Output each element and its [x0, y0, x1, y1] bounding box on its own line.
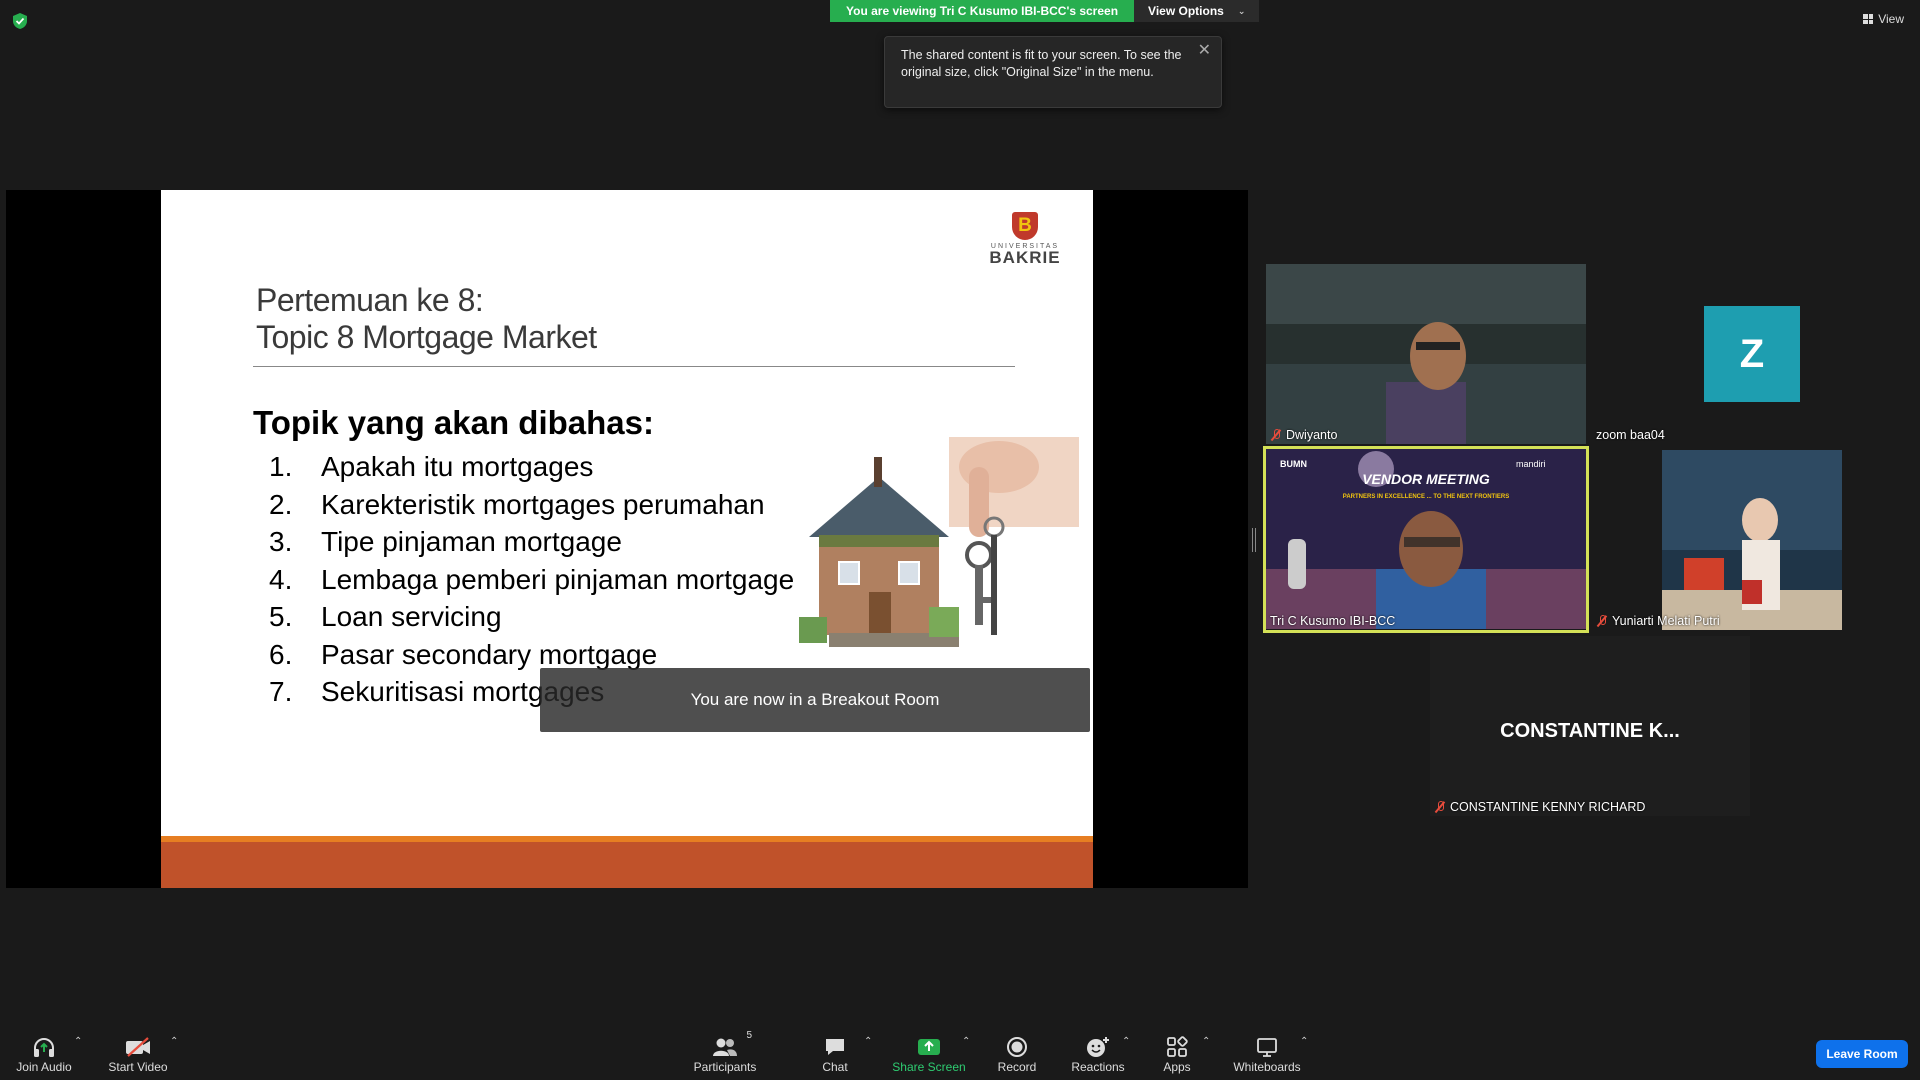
video-tile-tri-c-kusumo[interactable]: VENDOR MEETING PARTNERS IN EXCELLENCE ..…: [1263, 446, 1589, 633]
viewing-screen-label: You are viewing Tri C Kusumo IBI-BCC's s…: [830, 0, 1135, 22]
bumn-logo-text: BUMN: [1280, 459, 1307, 469]
audio-options-caret-icon[interactable]: ⌃: [74, 1036, 82, 1047]
list-item: 2. Karekteristik mortgages perumahan: [269, 488, 765, 520]
share-options-caret-icon[interactable]: ⌃: [962, 1036, 970, 1047]
university-logo: B UNIVERSITAS BAKRIE: [987, 212, 1063, 266]
participant-name-label: Tri C Kusumo IBI-BCC: [1270, 614, 1396, 628]
reactions-label: Reactions: [1071, 1060, 1125, 1074]
topics-heading: Topik yang akan dibahas:: [253, 404, 654, 441]
start-video-label: Start Video: [108, 1060, 168, 1074]
chat-options-caret-icon[interactable]: ⌃: [864, 1036, 872, 1047]
video-off-icon: [126, 1037, 150, 1057]
video-options-caret-icon[interactable]: ⌃: [170, 1036, 178, 1047]
house-keys-image: [799, 437, 1079, 647]
fit-to-screen-tooltip: The shared content is fit to your screen…: [884, 36, 1222, 108]
start-video-button[interactable]: Start Video: [106, 1034, 170, 1074]
logo-badge: B: [1012, 212, 1038, 240]
participant-video: [1266, 264, 1586, 444]
chat-bubble-icon: [826, 1039, 844, 1055]
logo-line-2: BAKRIE: [989, 248, 1061, 267]
participant-name-label: CONSTANTINE KENNY RICHARD: [1434, 800, 1645, 814]
participants-icon: [713, 1038, 737, 1056]
presentation-slide: B UNIVERSITAS BAKRIE Pertemuan ke 8: Top…: [161, 190, 1093, 888]
slide-title-line-1: Pertemuan ke 8:: [256, 282, 484, 318]
mic-muted-icon: [1596, 615, 1608, 627]
avatar: Z: [1704, 306, 1800, 402]
whiteboard-icon: [1257, 1038, 1277, 1057]
screen-share-banner: You are viewing Tri C Kusumo IBI-BCC's s…: [830, 0, 1260, 22]
view-label: View: [1878, 12, 1904, 26]
reactions-options-caret-icon[interactable]: ⌃: [1122, 1036, 1130, 1047]
slide-title-line-2: Topic 8 Mortgage Market: [256, 319, 597, 355]
slide-title: Pertemuan ke 8: Topic 8 Mortgage Market: [256, 282, 597, 356]
apps-label: Apps: [1163, 1060, 1191, 1074]
record-icon: [1007, 1037, 1027, 1057]
record-label: Record: [997, 1060, 1037, 1074]
headphones-icon: [34, 1038, 54, 1057]
apps-button[interactable]: Apps: [1152, 1034, 1202, 1074]
participants-button[interactable]: 5 Participants: [692, 1030, 758, 1074]
tooltip-text: The shared content is fit to your screen…: [901, 48, 1182, 79]
whiteboards-options-caret-icon[interactable]: ⌃: [1300, 1036, 1308, 1047]
participant-name-label: Dwiyanto: [1270, 428, 1337, 442]
share-screen-label: Share Screen: [892, 1060, 966, 1074]
list-item: 4. Lembaga pemberi pinjaman mortgage: [269, 563, 795, 595]
title-divider: [253, 366, 1015, 367]
leave-room-button[interactable]: Leave Room: [1816, 1040, 1908, 1068]
reactions-smiley-icon: [1087, 1037, 1109, 1057]
reactions-button[interactable]: Reactions: [1068, 1034, 1128, 1074]
participants-count: 5: [746, 1030, 752, 1041]
shared-screen: B UNIVERSITAS BAKRIE Pertemuan ke 8: Top…: [6, 190, 1248, 888]
view-options-button[interactable]: View Options ⌄: [1134, 0, 1260, 22]
slide-footer-bar: [161, 842, 1093, 888]
list-item: 1. Apakah itu mortgages: [269, 451, 594, 482]
video-tile-constantine[interactable]: CONSTANTINE K... CONSTANTINE KENNY RICHA…: [1430, 636, 1750, 816]
participant-video: [1592, 450, 1912, 630]
mic-muted-icon: [1270, 429, 1282, 441]
chevron-down-icon: ⌄: [1237, 6, 1246, 16]
view-options-label: View Options: [1148, 4, 1224, 18]
whiteboards-button[interactable]: Whiteboards: [1230, 1034, 1304, 1074]
grid-view-icon: [1863, 14, 1874, 24]
participants-label: Participants: [693, 1060, 757, 1074]
video-tile-zoom-baa04[interactable]: Z zoom baa04: [1592, 264, 1912, 444]
list-item: 5. Loan servicing: [269, 601, 502, 632]
record-button[interactable]: Record: [992, 1034, 1042, 1074]
chat-button[interactable]: Chat: [810, 1034, 860, 1074]
chat-label: Chat: [822, 1060, 848, 1074]
close-icon[interactable]: ✕: [1198, 42, 1211, 59]
breakout-room-notice: You are now in a Breakout Room: [540, 668, 1090, 732]
vendor-meeting-text: VENDOR MEETING: [1362, 471, 1490, 487]
share-screen-icon: [918, 1039, 940, 1055]
zoom-meeting-window: You are viewing Tri C Kusumo IBI-BCC's s…: [0, 0, 1920, 1080]
participant-name-label: zoom baa04: [1596, 428, 1665, 442]
mic-muted-icon: [1434, 801, 1446, 813]
participant-video: VENDOR MEETING PARTNERS IN EXCELLENCE ..…: [1266, 449, 1586, 629]
participant-name-label: Yuniarti Melati Putri: [1596, 614, 1720, 628]
video-tile-yuniarti[interactable]: Yuniarti Melati Putri: [1592, 450, 1912, 630]
security-shield-icon[interactable]: [12, 12, 28, 30]
panel-resize-handle[interactable]: [1252, 528, 1256, 552]
mandiri-logo-text: mandiri: [1516, 459, 1546, 469]
list-item: 3. Tipe pinjaman mortgage: [269, 526, 622, 557]
apps-options-caret-icon[interactable]: ⌃: [1202, 1036, 1210, 1047]
share-screen-button[interactable]: Share Screen: [892, 1034, 966, 1074]
participant-display-name: CONSTANTINE K...: [1500, 720, 1680, 742]
join-audio-label: Join Audio: [16, 1060, 72, 1074]
apps-icon: [1167, 1036, 1188, 1057]
join-audio-button[interactable]: Join Audio: [14, 1034, 74, 1074]
vendor-meeting-subtext: PARTNERS IN EXCELLENCE ... TO THE NEXT F…: [1343, 494, 1509, 500]
meeting-toolbar: Join Audio ⌃ Start Video ⌃ 5 Participant…: [0, 1018, 1920, 1080]
whiteboards-label: Whiteboards: [1233, 1060, 1301, 1074]
view-switch-button[interactable]: View: [1863, 12, 1904, 26]
video-tile-dwiyanto[interactable]: Dwiyanto: [1266, 264, 1586, 444]
